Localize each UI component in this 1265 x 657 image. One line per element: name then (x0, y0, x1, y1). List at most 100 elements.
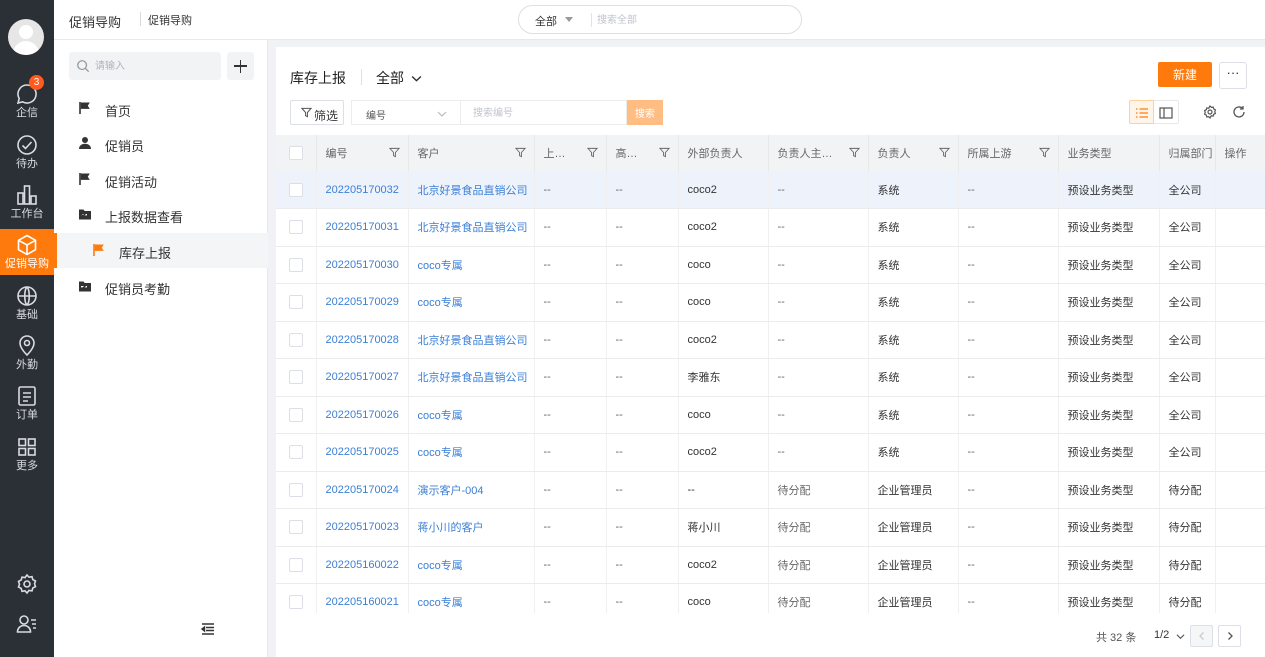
record-id-link[interactable]: 202205160022 (316, 546, 409, 584)
table-row[interactable]: 202205170030 coco专属 -- -- coco -- 系统 -- 预设业务类型 全公… (276, 246, 1265, 284)
sidebar-add-button[interactable] (227, 52, 254, 80)
record-id-link[interactable]: 202205170027 (316, 358, 409, 397)
row-actions-cell[interactable] (1215, 321, 1265, 359)
row-actions-cell[interactable] (1215, 583, 1265, 613)
record-id-link[interactable]: 202205170029 (316, 283, 409, 322)
sidebar-item-attendance[interactable]: 促销员考勤 (54, 269, 268, 304)
search-field-select[interactable]: 编号 (351, 100, 460, 125)
breadcrumb-app[interactable]: 促销导购 (69, 12, 121, 31)
record-id-link[interactable]: 202205170026 (316, 396, 409, 434)
rail-item-todo[interactable]: 待办 (0, 129, 54, 175)
column-header[interactable]: 上… (534, 135, 607, 171)
row-actions-cell[interactable] (1215, 471, 1265, 509)
table-row[interactable]: 202205170023 蒋小川的客户 -- -- 蒋小川 待分配 企业管理员 -- 预设业务类… (276, 508, 1265, 547)
record-id-link[interactable]: 202205170024 (316, 471, 409, 509)
row-checkbox[interactable] (289, 482, 303, 497)
customer-link[interactable]: 北京好景食品直销公司 (408, 358, 535, 397)
row-actions-cell[interactable] (1215, 433, 1265, 472)
sidebar-item-inventory-report[interactable]: 库存上报 (54, 233, 268, 268)
next-page-button[interactable] (1218, 625, 1241, 647)
table-row[interactable]: 202205170026 coco专属 -- -- coco -- 系统 -- 预设业务类型 全公… (276, 396, 1265, 434)
rail-item-basic[interactable]: 基础 (0, 280, 54, 326)
search-scope-select[interactable]: 全部 (535, 13, 557, 29)
column-header[interactable]: 高… (606, 135, 679, 171)
customer-link[interactable]: 蒋小川的客户 (408, 508, 535, 547)
settings-gear-icon[interactable] (15, 572, 39, 596)
column-header[interactable]: 外部负责人 (678, 135, 769, 171)
new-button[interactable]: 新建 (1158, 62, 1212, 87)
column-filter-icon[interactable] (388, 147, 400, 158)
rail-item-workbench[interactable]: 工作台 (0, 179, 54, 225)
column-filter-icon[interactable] (514, 147, 526, 158)
row-actions-cell[interactable] (1215, 546, 1265, 584)
customer-link[interactable]: 北京好景食品直销公司 (408, 208, 535, 247)
search-number-input[interactable] (473, 105, 613, 121)
record-id-link[interactable]: 202205160021 (316, 583, 409, 613)
customer-link[interactable]: coco专属 (408, 246, 535, 284)
column-filter-icon[interactable] (938, 147, 950, 158)
sidebar-item-promoters[interactable]: 促销员 (54, 126, 268, 161)
collapse-sidebar-icon[interactable] (200, 621, 216, 637)
user-avatar[interactable] (8, 19, 44, 55)
table-row[interactable]: 202205170032 北京好景食品直销公司 -- -- coco2 -- 系统 -- 预设业… (276, 171, 1265, 209)
record-id-link[interactable]: 202205170023 (316, 508, 409, 547)
table-row[interactable]: 202205170027 北京好景食品直销公司 -- -- 李雅东 -- 系统 -- 预设业务类… (276, 358, 1265, 397)
page-select[interactable]: 1/2 (1154, 629, 1185, 641)
record-id-link[interactable]: 202205170028 (316, 321, 409, 359)
row-actions-cell[interactable] (1215, 396, 1265, 434)
row-checkbox[interactable] (289, 557, 303, 572)
rail-item-promotion[interactable]: 促销导购 (0, 229, 54, 275)
row-checkbox[interactable] (289, 182, 303, 197)
customer-link[interactable]: coco专属 (408, 283, 535, 322)
column-filter-icon[interactable] (658, 147, 670, 158)
customer-link[interactable]: coco专属 (408, 433, 535, 472)
table-row[interactable]: 202205170028 北京好景食品直销公司 -- -- coco2 -- 系统 -- 预设业… (276, 321, 1265, 359)
list-view-toggle[interactable] (1129, 100, 1154, 124)
row-checkbox[interactable] (289, 445, 303, 460)
table-row[interactable]: 202205160022 coco专属 -- -- coco2 待分配 企业管理员 -- 预设业… (276, 546, 1265, 584)
record-id-link[interactable]: 202205170031 (316, 208, 409, 247)
global-search-input[interactable] (597, 11, 787, 29)
row-actions-cell[interactable] (1215, 171, 1265, 209)
split-view-toggle[interactable] (1154, 100, 1179, 124)
row-checkbox[interactable] (289, 257, 303, 272)
record-id-link[interactable]: 202205170030 (316, 246, 409, 284)
sidebar-item-home[interactable]: 首页 (54, 91, 268, 126)
record-id-link[interactable]: 202205170025 (316, 433, 409, 472)
column-filter-icon[interactable] (848, 147, 860, 158)
row-actions-cell[interactable] (1215, 358, 1265, 397)
row-checkbox[interactable] (289, 595, 303, 610)
column-filter-icon[interactable] (586, 147, 598, 158)
row-actions-cell[interactable] (1215, 283, 1265, 322)
row-checkbox[interactable] (289, 520, 303, 535)
more-actions-button[interactable]: ··· (1219, 62, 1247, 89)
customer-link[interactable]: 演示客户-004 (408, 471, 535, 509)
customer-link[interactable]: coco专属 (408, 396, 535, 434)
table-row[interactable]: 202205170029 coco专属 -- -- coco -- 系统 -- 预设业务类型 全公… (276, 283, 1265, 322)
rail-item-orders[interactable]: 订单 (0, 380, 54, 426)
breadcrumb-page[interactable]: 促销导购 (148, 12, 192, 28)
table-row[interactable]: 202205170024 演示客户-004 -- -- -- 待分配 企业管理员 -- 预设业务… (276, 471, 1265, 509)
column-header[interactable]: 负责人主… (768, 135, 869, 171)
prev-page-button[interactable] (1190, 625, 1213, 647)
column-header[interactable]: 归属部门 (1159, 135, 1216, 171)
select-all-checkbox[interactable] (289, 146, 303, 160)
table-row[interactable]: 202205160021 coco专属 -- -- coco 待分配 企业管理员 -- 预设业务… (276, 583, 1265, 613)
row-checkbox[interactable] (289, 332, 303, 347)
row-actions-cell[interactable] (1215, 208, 1265, 247)
row-actions-cell[interactable] (1215, 508, 1265, 547)
column-header[interactable]: 编号 (316, 135, 409, 171)
table-row[interactable]: 202205170031 北京好景食品直销公司 -- -- coco2 -- 系统 -- 预设业… (276, 208, 1265, 247)
caret-down-icon[interactable] (565, 17, 573, 22)
record-id-link[interactable]: 202205170032 (316, 171, 409, 209)
row-checkbox[interactable] (289, 407, 303, 422)
sidebar-item-activities[interactable]: 促销活动 (54, 162, 268, 197)
column-header[interactable]: 业务类型 (1058, 135, 1160, 171)
row-checkbox[interactable] (289, 220, 303, 235)
column-header[interactable]: 客户 (408, 135, 535, 171)
customer-link[interactable]: coco专属 (408, 583, 535, 613)
search-button[interactable]: 搜索 (627, 100, 663, 125)
column-header[interactable]: 所属上游 (958, 135, 1059, 171)
settings-icon[interactable] (1203, 105, 1217, 119)
row-actions-cell[interactable] (1215, 246, 1265, 284)
